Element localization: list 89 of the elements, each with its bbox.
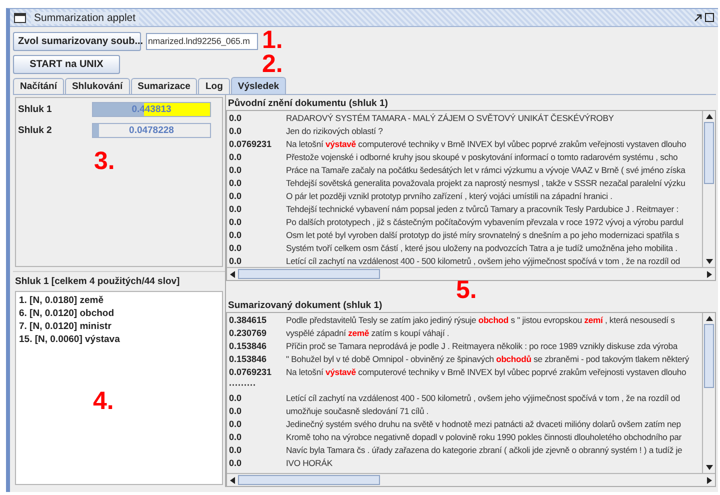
scroll-thumb[interactable]: [238, 475, 380, 485]
annotation-number: 5.: [456, 278, 477, 303]
score-cell-text: 0.0: [228, 230, 243, 240]
score-cell-text: 0.0: [228, 190, 243, 200]
score-cell-text: 0.0: [228, 126, 243, 136]
scroll-thumb[interactable]: [238, 269, 380, 279]
scroll-left-icon[interactable]: [230, 271, 235, 278]
tab[interactable]: Výsledek: [230, 77, 286, 94]
sentence-cell: O pár let později vznikl prototyp prvního zařízení , který vojáci umístili na západní hranici .: [286, 190, 612, 200]
sentence-cell: Letící cíl zachytí na vzdálenost 400 - 500 kilometrů , ovšem jeho výjimečnost spočívá v tom , že na rozdíl od: [286, 256, 680, 266]
sentence-cell: Práce na Tamaře začaly na počátku šedesátých let v rámci výzkumu a vývoje VAAZ v Brně ( své jméno získa: [286, 164, 686, 174]
tab[interactable]: Sumarizace: [130, 78, 198, 94]
word-item[interactable]: 7. [N, 0.0120] ministr: [19, 320, 219, 333]
score-cell-text: 0.0769231: [228, 138, 273, 148]
sentence-cell: vyspělé západní země zatím s koupí váhají .: [286, 328, 450, 338]
scroll-up-icon[interactable]: [706, 114, 713, 119]
score-cell-text: 0.0: [228, 216, 243, 226]
word-item[interactable]: 15. [N, 0.0060] výstava: [19, 333, 219, 346]
sentence-cell: IVO HORÁK: [286, 458, 332, 468]
score-cell-text: 0.0: [228, 444, 243, 454]
score-cell-text: 0.384615: [228, 314, 268, 324]
sentence-cell: Letící cíl zachytí na vzdálenost 400 - 500 kilometrů , ovšem jeho výjimečnost spočívá v tom , že na rozdíl od: [286, 392, 680, 402]
sentence-cell: RADAROVÝ SYSTÉM TAMARA - MALÝ ZÁJEM O SVĚTOVÝ UNIKÁT ČESKÉVÝROBY: [286, 112, 614, 122]
window-title: Summarization applet: [31, 12, 139, 24]
score-cell-text: 0.0: [228, 204, 243, 214]
scroll-up-icon[interactable]: [706, 316, 713, 321]
start-button[interactable]: START na UNIX: [13, 54, 120, 74]
sentence-cell: Na letošní výstavě computerové techniky v Brně INVEX byl vůbec poprvé zrakům veřejnosti vystaven dlouho: [286, 366, 686, 376]
score-cell-text: 0.0: [228, 256, 243, 266]
resize-icon[interactable]: [694, 14, 702, 22]
horizontal-scrollbar[interactable]: [227, 473, 715, 486]
sentence-cell: Jedinečný systém svého druhu na světě v hodnotě mezi patnácti až dvaceti milióny dolarů ovšem zatím nep: [286, 418, 681, 428]
scroll-down-icon[interactable]: [706, 465, 713, 470]
annotation-number: 3.: [94, 149, 115, 174]
score-cell-text: 0.0: [228, 458, 243, 468]
scroll-right-icon[interactable]: [707, 477, 712, 484]
tab[interactable]: Log: [198, 78, 230, 94]
score-cell-text: 0.0: [228, 242, 243, 252]
word-item[interactable]: 6. [N, 0.0120] obchod: [19, 307, 219, 320]
sentence-cell: Osm let poté byl vyroben další prototyp do jisté míry srovnatelný s dnešním a po jeho modernizaci spatřila s: [286, 230, 680, 240]
sentence-cell: umožňuje současně sledování 71 cílů .: [286, 406, 429, 416]
tab[interactable]: Shlukování: [64, 78, 130, 94]
scroll-down-icon[interactable]: [706, 259, 713, 264]
vertical-scrollbar[interactable]: [702, 313, 715, 473]
sentence-cell: Přestože vojenské i odborné kruhy jsou skoupé v poskytování informací o tomto radarovém systému , scho: [286, 152, 678, 162]
score-cell-text: ·········: [228, 380, 257, 390]
score-cell-text: 0.230769: [228, 328, 268, 338]
scroll-thumb[interactable]: [704, 324, 714, 388]
sentence-cell: Kromě toho na výrobce negativně dopadl v polovině roku 1990 pokles činnosti dlouholetého obchodního par: [286, 432, 682, 442]
sentence-cell: Podle představitelů Tesly se zatím jako jediný rýsuje obchod s " jistou evropskou zemí , která nesousedí s: [286, 314, 675, 324]
annotation-number: 2.: [262, 52, 283, 77]
score-cell-text: 0.0: [228, 164, 243, 174]
sentence-cell: Jen do rizikových oblastí ?: [286, 126, 383, 136]
sentence-cell: Po dalších prototypech , již s částečným počítačovým vybavením převzala v roce 1972 vývoj a výrobu pardul: [286, 216, 684, 226]
sentence-cell: Tehdejší sovětská generalita považovala projekt za naprostý nesmysl , takže v SSSR nezačal paralelní výzku: [286, 178, 686, 188]
scroll-thumb[interactable]: [704, 122, 714, 184]
sentence-cell: Tehdejší technické vybavení nám popsal jeden z tvůrců Tamary a pracovník Tesly Pardubice J . Reitmayer :: [286, 204, 678, 214]
score-cell-text: 0.0: [228, 178, 243, 188]
file-path-field[interactable]: nmarized.lnd92256_065.m: [146, 32, 258, 50]
window-icon: [14, 12, 26, 22]
horizontal-scrollbar[interactable]: [227, 267, 715, 280]
sentence-cell: Navíc byla Tamara čs . úřady zařazena do kategorie zbraní ( ačkoli jde zjevně o obranný systém ! ) a tudíž je: [286, 444, 682, 454]
score-cell-text: 0.0: [228, 418, 243, 428]
score-cell-text: 0.0: [228, 392, 243, 402]
score-cell-text: 0.0: [228, 432, 243, 442]
section-title: Původní znění dokumentu (shluk 1): [227, 97, 389, 110]
score-cell-text: 0.0: [228, 112, 243, 122]
cluster-label: Shluk 2: [18, 125, 53, 136]
score-cell-text: 0.153846: [228, 354, 268, 364]
sentence-cell: " Bohužel byl v té době Omnipol - obviněný ze špinavých obchodů se zbraněmi - pod takovým tlakem některý: [286, 354, 690, 364]
cluster-label: Shluk 1: [18, 104, 53, 115]
annotation-number: 1.: [262, 28, 283, 53]
sentence-cell: Systém tvoří celkem osm částí , které jsou uloženy na podvozcích Tatra a je tudíž umožněna jeho mobilita .: [286, 242, 678, 252]
annotation-number: 4.: [93, 389, 114, 414]
score-cell-text: 0.0769231: [228, 366, 273, 376]
vertical-scrollbar[interactable]: [702, 111, 715, 267]
scroll-left-icon[interactable]: [230, 477, 235, 484]
sentence-cell: Příčin proč se Tamara neprodává je podle J . Reitmayera několik : po roce 1989 vznikly diskuse zda výroba: [286, 340, 678, 350]
tab[interactable]: Načítání: [13, 78, 64, 94]
section-title: Sumarizovaný dokument (shluk 1): [227, 299, 384, 312]
score-cell-text: 0.0: [228, 406, 243, 416]
score-cell-text: 0.0: [228, 152, 243, 162]
progress-value: 0.0478228: [129, 125, 174, 136]
choose-file-button[interactable]: Zvol sumarizovany soub...: [13, 32, 141, 50]
scroll-right-icon[interactable]: [707, 271, 712, 278]
maximize-icon[interactable]: [705, 13, 714, 22]
sentence-cell: Na letošní výstavě computerové techniky v Brně INVEX byl vůbec poprvé zrakům veřejnosti vystaven dlouho: [286, 138, 686, 148]
word-item[interactable]: 1. [N, 0.0180] země: [19, 294, 219, 307]
score-cell-text: 0.153846: [228, 340, 268, 350]
